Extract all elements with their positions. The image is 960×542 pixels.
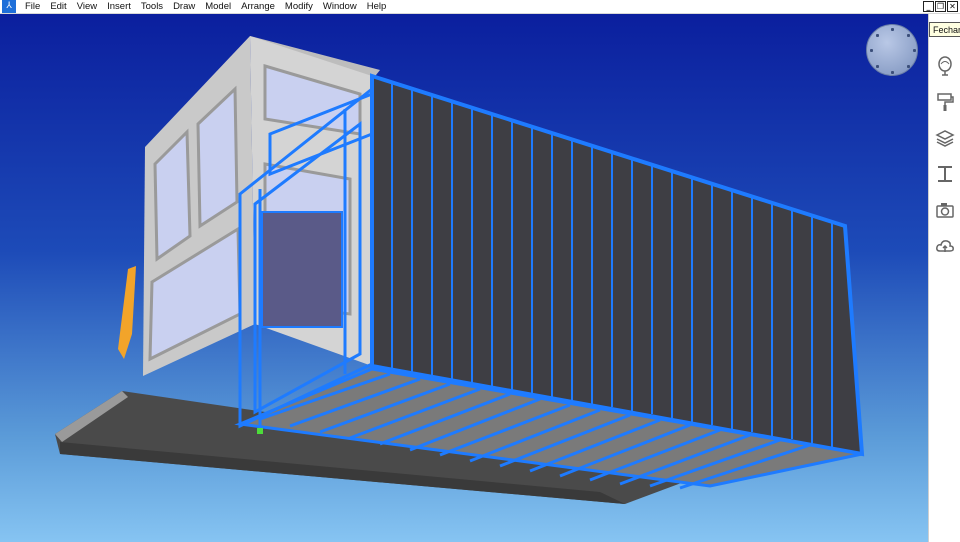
paint-roller-icon[interactable]: [935, 92, 955, 112]
nav-cube-marker[interactable]: [907, 65, 910, 68]
nav-cube-marker[interactable]: [870, 49, 873, 52]
minimize-button[interactable]: _: [923, 1, 934, 12]
menu-bar: ⅄ File Edit View Insert Tools Draw Model…: [0, 0, 960, 14]
menu-window[interactable]: Window: [318, 0, 362, 14]
model-scene[interactable]: [0, 14, 928, 542]
balloon-icon[interactable]: [935, 56, 955, 76]
menu-file[interactable]: File: [20, 0, 45, 14]
nav-cube-marker[interactable]: [913, 49, 916, 52]
door-panel[interactable]: [261, 211, 343, 328]
menu-tools[interactable]: Tools: [136, 0, 168, 14]
right-toolbar: [928, 14, 960, 542]
navigation-cube[interactable]: [866, 24, 918, 76]
menu-modify[interactable]: Modify: [280, 0, 318, 14]
nav-cube-marker[interactable]: [907, 34, 910, 37]
nav-cube-marker[interactable]: [891, 71, 894, 74]
menu-arrange[interactable]: Arrange: [236, 0, 280, 14]
beam-icon[interactable]: [935, 164, 955, 184]
restore-button[interactable]: ❐: [935, 1, 946, 12]
menu-draw[interactable]: Draw: [168, 0, 200, 14]
cloud-upload-icon[interactable]: [935, 236, 955, 256]
menu-edit[interactable]: Edit: [45, 0, 71, 14]
menu-insert[interactable]: Insert: [102, 0, 136, 14]
close-button[interactable]: ✕: [947, 1, 958, 12]
pivot-marker[interactable]: [257, 428, 263, 434]
menu-model[interactable]: Model: [200, 0, 236, 14]
menu-view[interactable]: View: [72, 0, 102, 14]
nav-cube-marker[interactable]: [891, 28, 894, 31]
camera-icon[interactable]: [935, 200, 955, 220]
menu-help[interactable]: Help: [362, 0, 392, 14]
nav-cube-marker[interactable]: [876, 34, 879, 37]
layers-icon[interactable]: [935, 128, 955, 148]
window-controls: _ ❐ ✕: [923, 0, 958, 14]
close-tooltip: Fechar: [929, 22, 960, 37]
nav-cube-marker[interactable]: [876, 65, 879, 68]
orange-hinge: [118, 266, 136, 359]
app-logo-icon[interactable]: ⅄: [2, 0, 16, 13]
3d-viewport[interactable]: [0, 14, 928, 542]
